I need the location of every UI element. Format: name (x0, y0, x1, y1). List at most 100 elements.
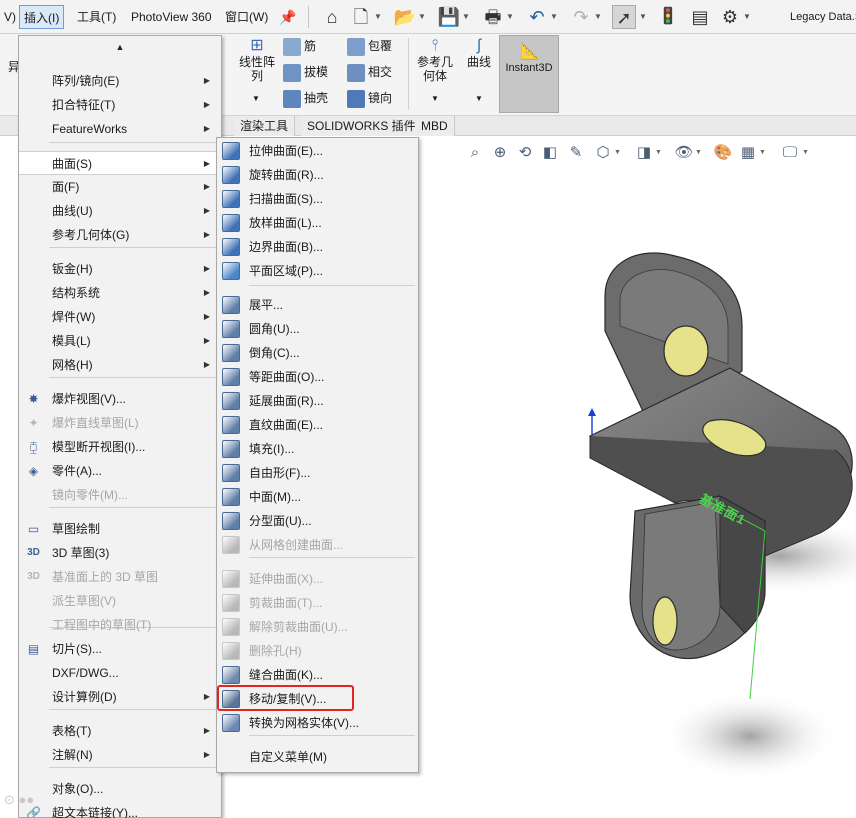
curves-button[interactable]: ʃ 曲线 (463, 37, 495, 69)
insert-menu-item[interactable]: 参考几何体(G) ▶ (19, 223, 221, 247)
tab-solidworks-addins[interactable]: SOLIDWORKS 插件 (301, 116, 423, 136)
insert-menu-item[interactable]: DXF/DWG... (19, 661, 221, 685)
reference-geometry-button[interactable]: ⫯ 参考几 何体 (413, 37, 457, 83)
new-document-icon[interactable]: 🗋 (349, 5, 373, 29)
menu-photoview[interactable]: PhotoView 360 (127, 5, 216, 29)
insert-menu-item[interactable]: 扣合特征(T) ▶ (19, 93, 221, 117)
undo-icon[interactable]: ↶ (525, 5, 549, 29)
surface-menu-item[interactable]: 自定义菜单(M) (217, 745, 418, 769)
hole-top (663, 325, 709, 377)
gear-icon[interactable]: ⚙ (718, 5, 742, 29)
chevron-down-icon[interactable]: ▼ (505, 5, 515, 29)
chevron-down-icon[interactable]: ▼ (638, 5, 648, 29)
rib-label: 筋 (304, 39, 317, 53)
linear-pattern-button[interactable]: ⊞ 线性阵 列 (237, 37, 277, 83)
insert-menu-item[interactable]: ▤ 切片(S)... (19, 637, 221, 661)
surface-menu-item[interactable]: 圆角(U)... (217, 317, 418, 341)
surface-menu-item[interactable]: 填充(I)... (217, 437, 418, 461)
menu-insert[interactable]: 插入(I) (19, 5, 65, 29)
radiate-surface-icon (222, 392, 240, 410)
insert-menu-item[interactable]: 焊件(W) ▶ (19, 305, 221, 329)
surface-menu-item-label: 旋转曲面(R)... (249, 168, 324, 182)
surface-menu-item[interactable]: 转换为网格实体(V)... (217, 711, 418, 735)
chevron-down-icon[interactable]: ▼ (549, 5, 559, 29)
scroll-up-arrow-icon[interactable]: ▲ (19, 37, 221, 57)
insert-menu-item: 3D 基准面上的 3D 草图 (19, 565, 221, 589)
menu-separator (249, 735, 415, 736)
redo-icon[interactable]: ↷ (569, 5, 593, 29)
surface-menu-item[interactable]: 中面(M)... (217, 485, 418, 509)
surface-menu-item-label: 展平... (249, 298, 284, 312)
surface-menu-item[interactable]: 移动/复制(V)... (217, 687, 418, 711)
surface-menu-item[interactable]: 直纹曲面(E)... (217, 413, 418, 437)
menu-view-partial[interactable]: V) (0, 5, 20, 29)
loft-surface-icon (222, 214, 240, 232)
surface-menu-item[interactable]: 分型面(U)... (217, 509, 418, 533)
surface-menu-item[interactable]: 自由形(F)... (217, 461, 418, 485)
surface-menu-item[interactable]: 边界曲面(B)... (217, 235, 418, 259)
print-icon[interactable]: 🖶 (481, 5, 505, 29)
file-properties-icon[interactable]: ▤ (688, 5, 712, 29)
insert-menu-item[interactable]: ◈ 零件(A)... (19, 459, 221, 483)
surface-menu-item[interactable]: 放样曲面(L)... (217, 211, 418, 235)
chevron-down-icon[interactable]: ▼ (417, 5, 427, 29)
sweep-surface-icon (222, 190, 240, 208)
chevron-down-icon[interactable]: ▼ (252, 94, 260, 103)
surface-menu-item[interactable]: 拉伸曲面(E)... (217, 139, 418, 163)
instant3d-button[interactable]: 📐 Instant3D (499, 35, 559, 113)
insert-menu-item[interactable]: 注解(N) ▶ (19, 743, 221, 767)
surface-menu-item[interactable]: 平面区域(P)... (217, 259, 418, 283)
tab-mbd[interactable]: MBD (415, 116, 455, 136)
insert-menu-item[interactable]: ▭ 草图绘制 (19, 517, 221, 541)
rib-button[interactable]: 筋 (283, 37, 316, 56)
tab-render-tools[interactable]: 渲染工具 (234, 116, 296, 136)
surface-menu-item[interactable]: 展平... (217, 293, 418, 317)
insert-menu-item[interactable]: 结构系统 ▶ (19, 281, 221, 305)
select-arrow-icon[interactable]: ➚ (612, 5, 636, 29)
wrap-button[interactable]: 包覆 (347, 37, 392, 56)
menu-tools[interactable]: 工具(T) (73, 5, 120, 29)
insert-menu-item-label: 网格(H) (52, 358, 93, 372)
insert-menu-item[interactable]: 模具(L) ▶ (19, 329, 221, 353)
surface-menu-item[interactable]: 扫描曲面(S)... (217, 187, 418, 211)
insert-menu-item[interactable]: 设计算例(D) ▶ (19, 685, 221, 709)
rebuild-traffic-light-icon[interactable]: 🚦 (656, 5, 680, 29)
intersect-button[interactable]: 相交 (347, 63, 392, 82)
chevron-down-icon[interactable]: ▼ (373, 5, 383, 29)
surface-menu-item[interactable]: 倒角(C)... (217, 341, 418, 365)
mirror-button[interactable]: 镜向 (347, 89, 392, 108)
surface-menu-item[interactable]: 延展曲面(R)... (217, 389, 418, 413)
home-icon[interactable]: ⌂ (320, 5, 344, 29)
menu-window[interactable]: 窗口(W) (221, 5, 272, 29)
draft-button[interactable]: 拔模 (283, 63, 328, 82)
insert-menu-item[interactable]: 阵列/镜向(E) ▶ (19, 69, 221, 93)
graphics-viewport[interactable]: 基准面1 (420, 136, 856, 818)
chevron-down-icon[interactable]: ▼ (475, 94, 483, 103)
insert-menu-item[interactable]: 曲线(U) ▶ (19, 199, 221, 223)
insert-menu-item[interactable]: 面(F) ▶ (19, 175, 221, 199)
insert-menu-item[interactable]: ⧮ 模型断开视图(I)... (19, 435, 221, 459)
insert-menu-item[interactable]: 对象(O)... (19, 777, 221, 801)
insert-menu-item[interactable]: FeatureWorks ▶ (19, 117, 221, 141)
open-folder-icon[interactable]: 📂 (393, 5, 417, 29)
pin-icon[interactable]: 📌 (276, 5, 300, 29)
mid-surface-icon (222, 488, 240, 506)
chevron-down-icon[interactable]: ▼ (431, 94, 439, 103)
insert-menu-item[interactable]: 表格(T) ▶ (19, 719, 221, 743)
surface-menu-item[interactable]: 缝合曲面(K)... (217, 663, 418, 687)
surface-menu-item[interactable]: 等距曲面(O)... (217, 365, 418, 389)
insert-menu-item[interactable]: 🔗 超文本链接(Y)... (19, 801, 221, 818)
surface-menu-item-label: 放样曲面(L)... (249, 216, 322, 230)
chevron-down-icon[interactable]: ▼ (593, 5, 603, 29)
chevron-down-icon[interactable]: ▼ (742, 5, 752, 29)
insert-menu-item[interactable]: ✸ 爆炸视图(V)... (19, 387, 221, 411)
shell-button[interactable]: 抽壳 (283, 89, 328, 108)
insert-menu-item[interactable]: 曲面(S) ▶ (19, 151, 221, 175)
insert-menu-item[interactable]: 网格(H) ▶ (19, 353, 221, 377)
save-icon[interactable]: 💾 (437, 5, 461, 29)
insert-menu-item[interactable]: 钣金(H) ▶ (19, 257, 221, 281)
insert-menu-item[interactable]: 3D 3D 草图(3) (19, 541, 221, 565)
chevron-down-icon[interactable]: ▼ (461, 5, 471, 29)
curves-label: 曲线 (466, 55, 491, 69)
surface-menu-item[interactable]: 旋转曲面(R)... (217, 163, 418, 187)
